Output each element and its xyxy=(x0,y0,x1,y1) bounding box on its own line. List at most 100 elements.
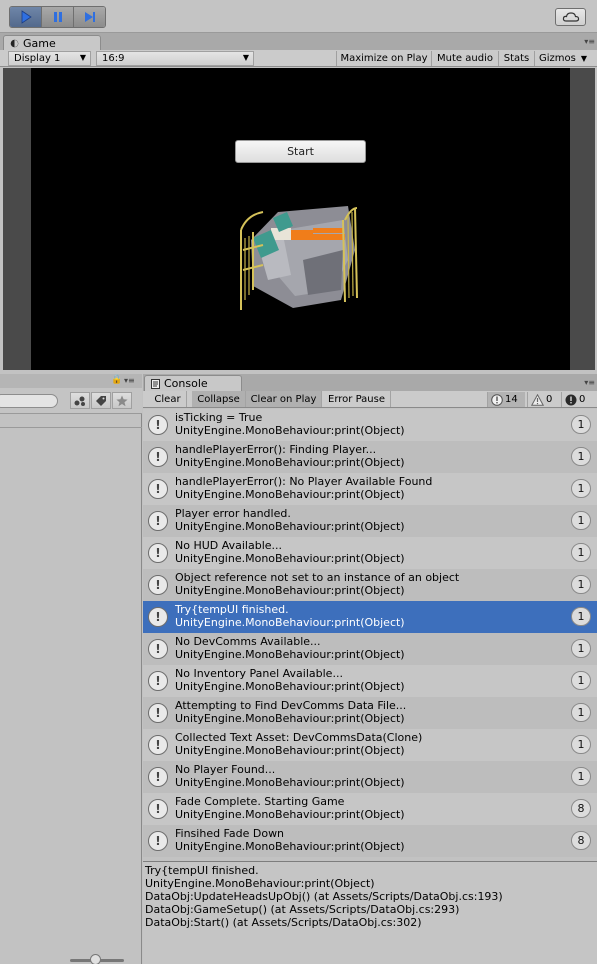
log-stack-line: UnityEngine.MonoBehaviour:print(Object) xyxy=(175,808,405,821)
chevron-down-icon: ▼ xyxy=(79,53,86,62)
info-filter-toggle[interactable]: 14 xyxy=(487,392,525,407)
chevron-down-icon: ▼ xyxy=(242,53,249,62)
log-message-line: Fade Complete. Starting Game xyxy=(175,795,345,808)
info-icon xyxy=(491,393,503,406)
log-message-line: handlePlayerError(): No Player Available… xyxy=(175,475,433,488)
console-detail-pane[interactable]: Try{tempUI finished. UnityEngine.MonoBeh… xyxy=(143,861,597,964)
log-message: Try{tempUI finished. UnityEngine.MonoBeha… xyxy=(175,603,405,629)
pause-icon xyxy=(53,12,62,22)
console-log-list[interactable]: ! isTicking = True UnityEngine.MonoBehavio… xyxy=(143,409,597,859)
console-log-row[interactable]: ! No DevComms Available... UnityEngine.Mon… xyxy=(143,633,597,665)
filter-button[interactable] xyxy=(70,392,90,409)
log-message-line: Player error handled. xyxy=(175,507,291,520)
console-log-row[interactable]: ! Collected Text Asset: DevCommsData(Clon… xyxy=(143,729,597,761)
cloud-icon xyxy=(562,12,579,22)
gizmos-dropdown[interactable]: Gizmos ▼ xyxy=(534,51,590,66)
mute-audio-toggle[interactable]: Mute audio xyxy=(431,51,498,66)
log-count-badge: 8 xyxy=(571,799,591,818)
log-count-badge: 1 xyxy=(571,415,591,434)
detail-line: UnityEngine.MonoBehaviour:print(Object) xyxy=(145,877,375,890)
console-log-row[interactable]: ! handlePlayerError(): No Player Availabl… xyxy=(143,473,597,505)
start-button-label: Start xyxy=(287,145,314,158)
zoom-slider-handle[interactable] xyxy=(90,954,101,964)
search-input[interactable] xyxy=(0,394,58,408)
stats-label: Stats xyxy=(503,53,530,64)
aspect-dropdown[interactable]: 16:9 ▼ xyxy=(96,51,254,66)
log-count-badge: 1 xyxy=(571,703,591,722)
play-button[interactable] xyxy=(10,7,42,27)
log-message: Attempting to Find DevComms Data File...… xyxy=(175,699,406,725)
log-message: No DevComms Available... UnityEngine.Mono… xyxy=(175,635,405,661)
panel-menu-icon[interactable]: ▾≡ xyxy=(124,376,135,385)
log-count-badge: 1 xyxy=(571,479,591,498)
info-count: 14 xyxy=(505,394,518,405)
console-tab-menu-icon[interactable]: ▾≡ xyxy=(584,378,595,387)
clear-button[interactable]: Clear xyxy=(149,391,187,407)
game-render-area[interactable]: Start xyxy=(31,68,570,370)
pause-button[interactable] xyxy=(42,7,74,27)
console-log-row[interactable]: ! Object reference not set to an instance… xyxy=(143,569,597,601)
console-panel: Console ▾≡ Clear Collapse Clear on Play … xyxy=(143,374,597,964)
collapse-label: Collapse xyxy=(197,393,240,405)
error-pause-toggle[interactable]: Error Pause xyxy=(323,391,391,407)
lock-icon[interactable]: 🔒 xyxy=(111,375,122,385)
log-count-badge: 1 xyxy=(571,607,591,626)
info-message-icon: ! xyxy=(148,607,168,627)
console-log-row[interactable]: ! isTicking = True UnityEngine.MonoBehavio… xyxy=(143,409,597,441)
log-message: Fade Complete. Starting Game UnityEngine.… xyxy=(175,795,405,821)
log-stack-line: UnityEngine.MonoBehaviour:print(Object) xyxy=(175,648,405,661)
game-tab-menu-icon[interactable]: ▾≡ xyxy=(584,37,595,46)
console-log-row[interactable]: ! handlePlayerError(): Finding Player... U… xyxy=(143,441,597,473)
log-stack-line: UnityEngine.MonoBehaviour:print(Object) xyxy=(175,616,405,629)
log-stack-line: UnityEngine.MonoBehaviour:print(Object) xyxy=(175,552,405,565)
info-message-icon: ! xyxy=(148,639,168,659)
error-count: 0 xyxy=(579,394,586,405)
info-message-icon: ! xyxy=(148,575,168,595)
step-button[interactable] xyxy=(74,7,105,27)
log-stack-line: UnityEngine.MonoBehaviour:print(Object) xyxy=(175,456,405,469)
console-log-row[interactable]: ! No Inventory Panel Available... UnityEng… xyxy=(143,665,597,697)
log-message: No Inventory Panel Available... UnityEngi… xyxy=(175,667,405,693)
console-log-row[interactable]: ! Attempting to Find DevComms Data File..… xyxy=(143,697,597,729)
cloud-button[interactable] xyxy=(555,8,586,26)
console-log-row[interactable]: ! No HUD Available... UnityEngine.MonoBeha… xyxy=(143,537,597,569)
display-dropdown[interactable]: Display 1 ▼ xyxy=(8,51,91,66)
log-message-line: Object reference not set to an instance … xyxy=(175,571,460,584)
console-log-row[interactable]: ! Try{tempUI finished. UnityEngine.MonoBeh… xyxy=(143,601,597,633)
main-toolbar xyxy=(0,0,597,33)
maximize-on-play-toggle[interactable]: Maximize on Play xyxy=(336,51,431,66)
info-message-icon: ! xyxy=(148,671,168,691)
label-button[interactable] xyxy=(91,392,111,409)
info-message-icon: ! xyxy=(148,511,168,531)
log-message-line: handlePlayerError(): Finding Player... xyxy=(175,443,377,456)
log-message: No Player Found... UnityEngine.MonoBehavi… xyxy=(175,763,405,789)
chevron-down-icon: ▼ xyxy=(580,54,587,63)
tab-console[interactable]: Console xyxy=(144,375,242,391)
tab-game[interactable]: Game xyxy=(3,35,101,51)
stats-toggle[interactable]: Stats xyxy=(498,51,534,66)
error-filter-toggle[interactable]: 0 xyxy=(561,392,593,407)
warning-filter-toggle[interactable]: 0 xyxy=(527,392,559,407)
console-log-row[interactable]: ! No Player Found... UnityEngine.MonoBehav… xyxy=(143,761,597,793)
collapse-toggle[interactable]: Collapse xyxy=(192,391,246,407)
console-log-row[interactable]: ! Finsihed Fade Down UnityEngine.MonoBehav… xyxy=(143,825,597,857)
console-tabbar: Console ▾≡ xyxy=(143,374,597,391)
log-stack-line: UnityEngine.MonoBehaviour:print(Object) xyxy=(175,520,405,533)
log-stack-line: UnityEngine.MonoBehaviour:print(Object) xyxy=(175,744,405,757)
game-view-toolbar: Display 1 ▼ 16:9 ▼ Maximize on Play Mute… xyxy=(0,50,597,67)
info-message-icon: ! xyxy=(148,415,168,435)
log-message-line: Collected Text Asset: DevCommsData(Clone… xyxy=(175,731,423,744)
console-log-row[interactable]: ! Player error handled. UnityEngine.MonoBe… xyxy=(143,505,597,537)
log-message: Player error handled. UnityEngine.MonoBeh… xyxy=(175,507,405,533)
game-viewport[interactable]: Start xyxy=(3,68,595,370)
log-count-badge: 1 xyxy=(571,767,591,786)
error-icon xyxy=(565,394,577,405)
clear-on-play-toggle[interactable]: Clear on Play xyxy=(246,391,322,407)
console-log-row[interactable]: ! Fade Complete. Starting Game UnityEngine… xyxy=(143,793,597,825)
hierarchy-list[interactable] xyxy=(0,416,142,428)
favorite-button[interactable] xyxy=(112,392,132,409)
log-stack-line: UnityEngine.MonoBehaviour:print(Object) xyxy=(175,712,405,725)
start-button[interactable]: Start xyxy=(235,140,366,163)
filter-icon xyxy=(74,396,85,406)
clear-on-play-label: Clear on Play xyxy=(250,393,317,405)
